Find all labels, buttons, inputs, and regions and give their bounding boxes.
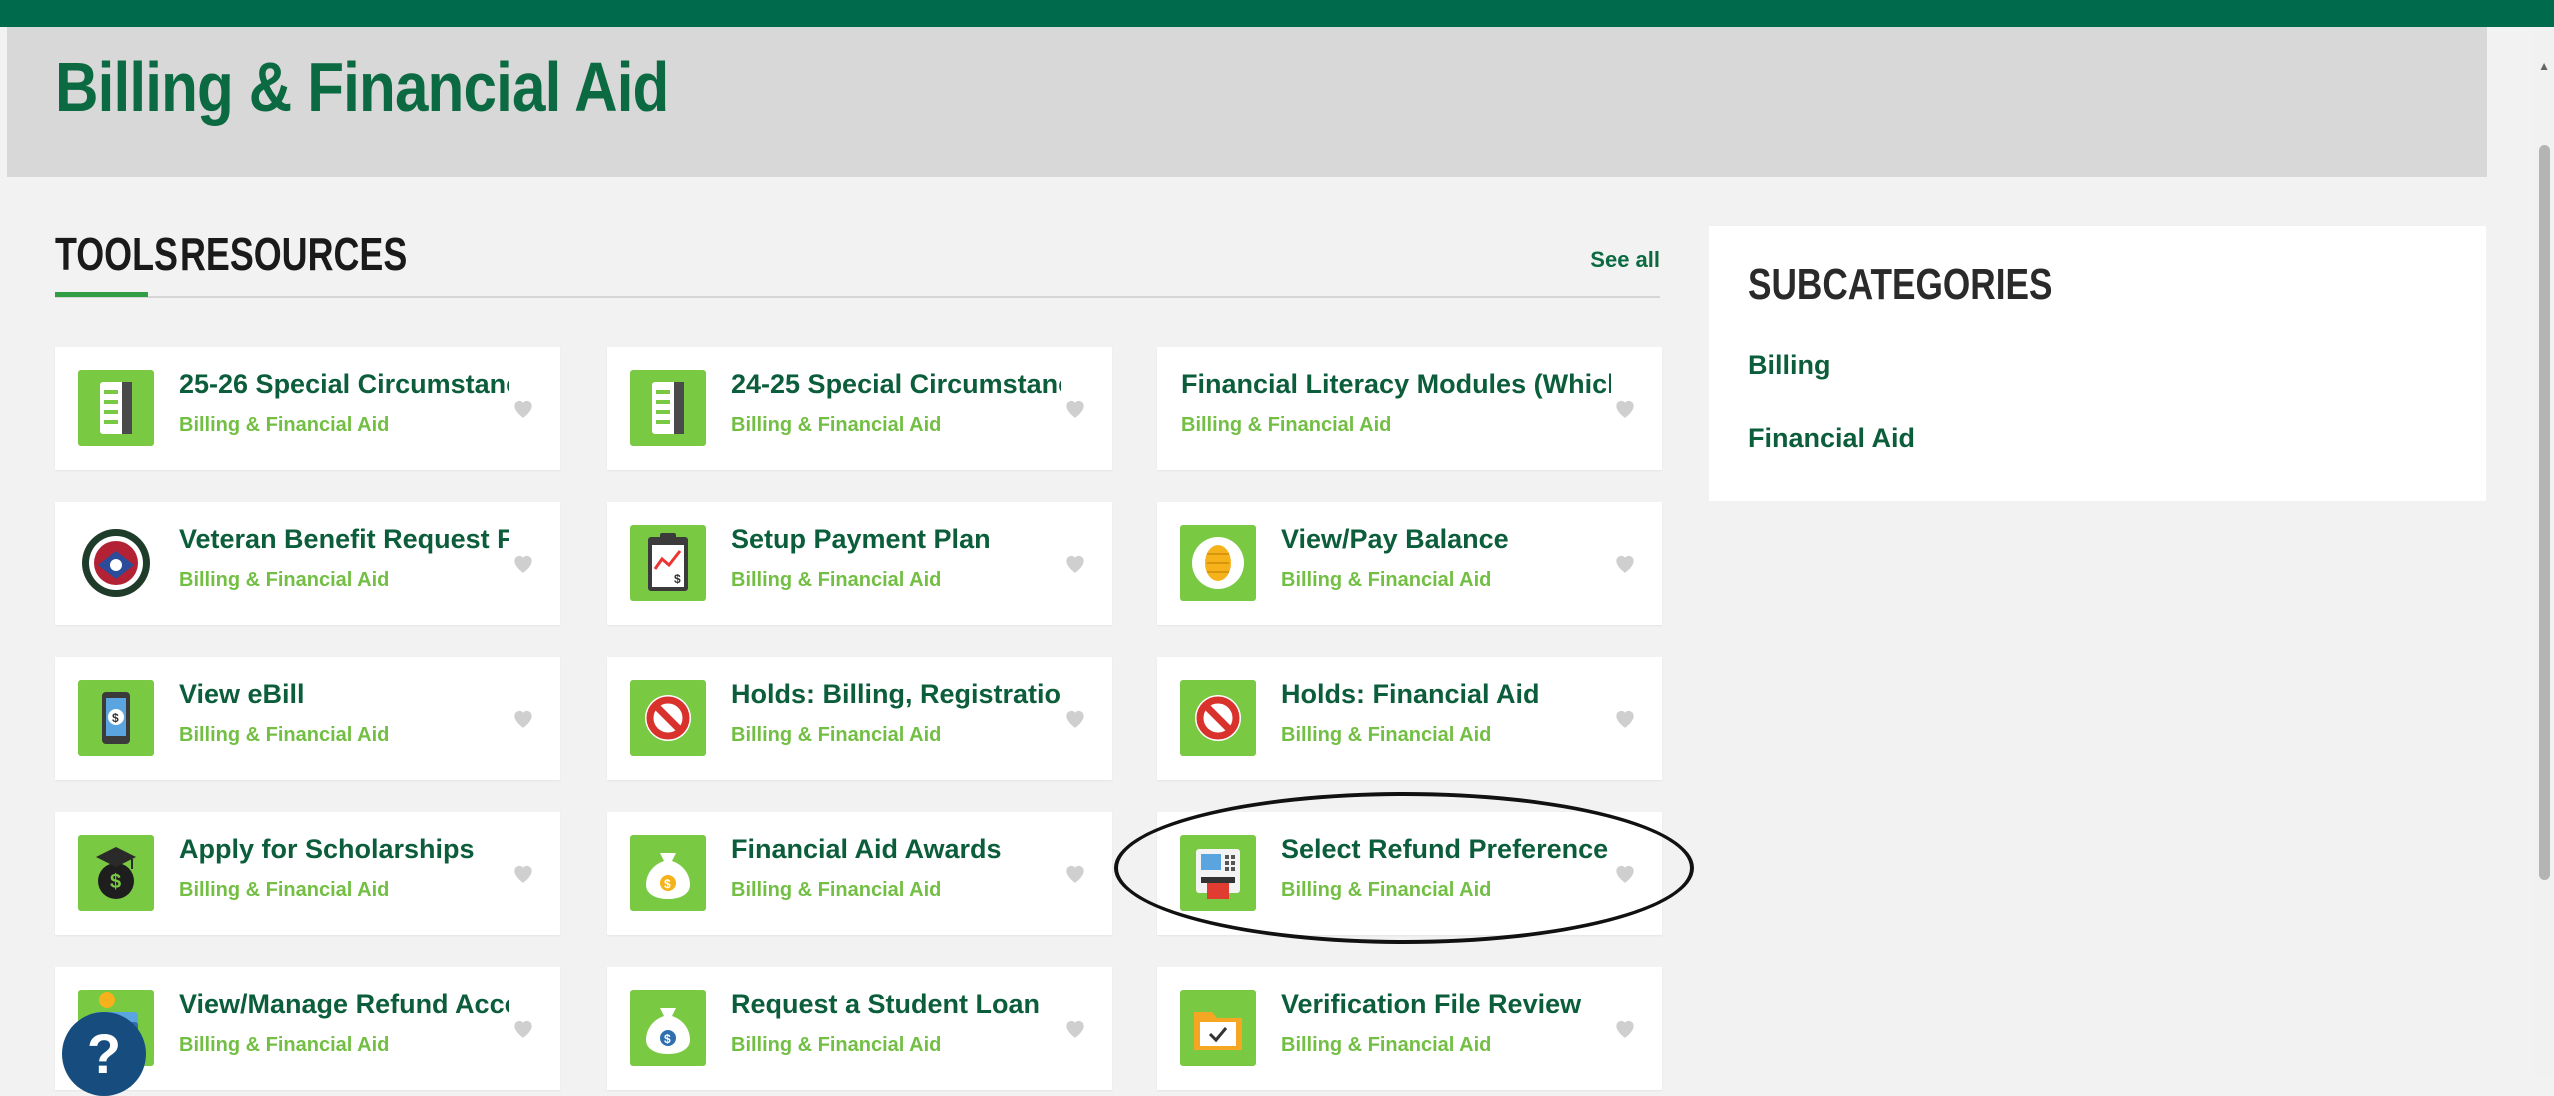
card-category: Billing & Financial Aid: [731, 569, 942, 591]
card-category: Billing & Financial Aid: [731, 879, 942, 901]
tabs-divider: [55, 296, 1660, 298]
card-category: Billing & Financial Aid: [179, 724, 390, 746]
card-category: Billing & Financial Aid: [1181, 414, 1392, 436]
card-title: Apply for Scholarships: [179, 834, 475, 864]
active-tab-indicator: [55, 292, 148, 297]
tool-card[interactable]: $ Financial Aid Awards Billing & Financi…: [607, 812, 1112, 935]
card-title: Request a Student Loan: [731, 989, 1041, 1019]
help-button[interactable]: ?: [62, 1012, 146, 1096]
card-title: Financial Literacy Modules (WhichW...: [1181, 369, 1611, 399]
card-category: Billing & Financial Aid: [1281, 569, 1492, 591]
subcategories-panel: SUBCATEGORIES Billing Financial Aid: [1709, 226, 2486, 501]
svg-text:$: $: [112, 711, 119, 725]
scrollbar-thumb[interactable]: [2539, 145, 2550, 880]
favorite-heart-icon[interactable]: [510, 705, 536, 731]
svg-text:$: $: [674, 572, 681, 586]
card-category: Billing & Financial Aid: [731, 1034, 942, 1056]
tool-card[interactable]: $ Request a Student Loan Billing & Finan…: [607, 967, 1112, 1090]
card-title: Holds: Billing, Registration,...: [731, 679, 1061, 709]
tool-card[interactable]: Financial Literacy Modules (WhichW... Bi…: [1157, 347, 1662, 470]
favorite-heart-icon[interactable]: [1612, 705, 1638, 731]
graduation-money-icon: $: [78, 835, 154, 911]
tool-card[interactable]: $ Apply for Scholarships Billing & Finan…: [55, 812, 560, 935]
card-title: View/Manage Refund Acco...: [179, 989, 509, 1019]
tool-card[interactable]: 25-26 Special Circumstance... Billing & …: [55, 347, 560, 470]
favorite-heart-icon[interactable]: [510, 395, 536, 421]
svg-text:$: $: [664, 1032, 671, 1046]
subcategory-link-billing[interactable]: Billing: [1748, 350, 1831, 381]
favorite-heart-icon[interactable]: [1062, 550, 1088, 576]
card-category: Billing & Financial Aid: [1281, 1034, 1492, 1056]
clipboard-chart-icon: $: [630, 525, 706, 601]
veteran-seal-icon: [78, 525, 154, 601]
favorite-heart-icon[interactable]: [510, 1015, 536, 1041]
tool-card[interactable]: Veteran Benefit Request Fo... Billing & …: [55, 502, 560, 625]
favorite-heart-icon[interactable]: [510, 550, 536, 576]
tool-card[interactable]: $ View eBill Billing & Financial Aid: [55, 657, 560, 780]
favorite-heart-icon[interactable]: [1062, 395, 1088, 421]
card-title: Veteran Benefit Request Fo...: [179, 524, 509, 554]
card-title: Financial Aid Awards: [731, 834, 1002, 864]
see-all-link[interactable]: See all: [1590, 247, 1660, 273]
page-title: Billing & Financial Aid: [55, 48, 669, 126]
tool-card[interactable]: Verification File Review Billing & Finan…: [1157, 967, 1662, 1090]
content-tabs: TOOLS RESOURCES See all: [55, 222, 1660, 298]
card-title: Verification File Review: [1281, 989, 1582, 1019]
coin-icon: [1180, 525, 1256, 601]
favorite-heart-icon[interactable]: [1062, 860, 1088, 886]
card-category: Billing & Financial Aid: [731, 724, 942, 746]
card-title: View eBill: [179, 679, 305, 709]
tool-card[interactable]: 24-25 Special Circumstance... Billing & …: [607, 347, 1112, 470]
card-category: Billing & Financial Aid: [179, 879, 390, 901]
card-title: 25-26 Special Circumstance...: [179, 369, 509, 399]
money-bag-icon: $: [630, 990, 706, 1066]
money-bag-icon: $: [630, 835, 706, 911]
document-list-icon: [78, 370, 154, 446]
card-title: 24-25 Special Circumstance...: [731, 369, 1061, 399]
top-accent-bar: [0, 0, 2554, 27]
folder-check-icon: [1180, 990, 1256, 1066]
favorite-heart-icon[interactable]: [510, 860, 536, 886]
card-title: Setup Payment Plan: [731, 524, 991, 554]
svg-text:$: $: [664, 877, 671, 891]
subcategories-heading: SUBCATEGORIES: [1748, 260, 2053, 309]
tool-card[interactable]: Holds: Billing, Registration,... Billing…: [607, 657, 1112, 780]
favorite-heart-icon[interactable]: [1062, 1015, 1088, 1041]
favorite-heart-icon[interactable]: [1612, 550, 1638, 576]
card-category: Billing & Financial Aid: [179, 1034, 390, 1056]
prohibited-icon: [630, 680, 706, 756]
page-header: Billing & Financial Aid: [7, 27, 2487, 177]
card-category: Billing & Financial Aid: [179, 569, 390, 591]
phone-dollar-icon: $: [78, 680, 154, 756]
tab-tools[interactable]: TOOLS: [55, 227, 178, 281]
prohibited-icon: [1180, 680, 1256, 756]
card-title: Holds: Financial Aid: [1281, 679, 1540, 709]
tool-card[interactable]: View/Pay Balance Billing & Financial Aid: [1157, 502, 1662, 625]
scroll-up-arrow-icon[interactable]: ▲: [2538, 59, 2550, 73]
tool-card[interactable]: Holds: Financial Aid Billing & Financial…: [1157, 657, 1662, 780]
vertical-scrollbar[interactable]: ▲: [2534, 27, 2554, 1078]
favorite-heart-icon[interactable]: [1612, 1015, 1638, 1041]
card-category: Billing & Financial Aid: [179, 414, 390, 436]
favorite-heart-icon[interactable]: [1612, 395, 1638, 421]
document-list-icon: [630, 370, 706, 446]
highlight-annotation-oval: [1114, 792, 1694, 944]
tool-card[interactable]: $ Setup Payment Plan Billing & Financial…: [607, 502, 1112, 625]
favorite-heart-icon[interactable]: [1062, 705, 1088, 731]
card-category: Billing & Financial Aid: [1281, 724, 1492, 746]
svg-text:$: $: [110, 871, 121, 893]
card-category: Billing & Financial Aid: [731, 414, 942, 436]
card-title: View/Pay Balance: [1281, 524, 1509, 554]
tab-resources[interactable]: RESOURCES: [180, 227, 407, 281]
subcategory-link-financial-aid[interactable]: Financial Aid: [1748, 423, 1915, 454]
